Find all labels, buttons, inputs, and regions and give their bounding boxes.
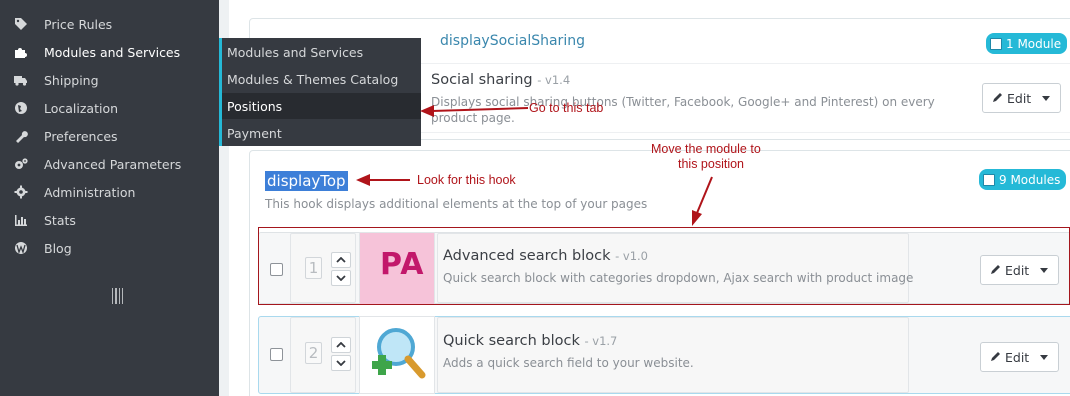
edit-button[interactable]: Edit — [982, 83, 1061, 113]
hook-title: displaySocialSharing — [440, 33, 585, 49]
module-checkbox[interactable] — [270, 348, 283, 361]
globe-icon — [13, 100, 29, 116]
bar-chart-icon — [13, 212, 29, 228]
position-cell: 2 — [290, 317, 356, 393]
submenu-item-catalog[interactable]: Modules & Themes Catalog — [222, 66, 421, 92]
sidebar-item-label: Modules and Services — [44, 44, 181, 60]
edit-label: Edit — [1007, 90, 1032, 106]
caret-down-icon — [1042, 96, 1050, 101]
admin-sidebar: Price Rules Modules and Services Shippin… — [0, 0, 219, 396]
module-version: - v1.4 — [537, 73, 571, 87]
edit-label: Edit — [1005, 349, 1030, 365]
sidebar-item-label: Shipping — [44, 72, 99, 88]
edit-button[interactable]: Edit — [980, 342, 1059, 372]
module-row: 2 Quick search block - v1.7 Adds a quick… — [258, 316, 1070, 394]
annotation-move-line2: this position — [678, 157, 745, 171]
select-all-checkbox[interactable] — [990, 37, 1002, 50]
badge-label: 1 Module — [1006, 36, 1062, 51]
module-description: Displays social sharing buttons (Twitter… — [431, 95, 935, 109]
submenu-item-positions[interactable]: Positions — [222, 93, 421, 119]
sidebar-item-label: Stats — [44, 212, 76, 228]
module-title: Quick search block - v1.7 — [443, 333, 617, 349]
sidebar-item-modules[interactable]: Modules and Services — [0, 38, 219, 66]
cogs-icon — [13, 156, 29, 172]
caret-down-icon — [1040, 355, 1048, 360]
sidebar-item-shipping[interactable]: Shipping — [0, 66, 219, 94]
module-name: Quick search block — [443, 333, 580, 349]
target-position-highlight — [258, 227, 1070, 305]
modules-submenu: Modules and Services Modules & Themes Ca… — [219, 38, 421, 146]
pencil-icon — [990, 350, 1001, 365]
submenu-item-payment[interactable]: Payment — [222, 120, 421, 146]
sidebar-item-label: Administration — [44, 184, 136, 200]
position-number: 2 — [305, 342, 322, 364]
chevron-down-icon — [336, 360, 346, 366]
tag-icon — [13, 16, 29, 32]
sidebar-item-advanced-parameters[interactable]: Advanced Parameters — [0, 150, 219, 178]
module-version: - v1.7 — [584, 334, 618, 348]
sidebar-item-label: Localization — [44, 100, 119, 116]
wordpress-icon — [13, 240, 29, 256]
sidebar-item-preferences[interactable]: Preferences — [0, 122, 219, 150]
module-name: Social sharing — [431, 72, 533, 88]
module-count-badge[interactable]: 1 Module — [986, 33, 1068, 54]
select-all-checkbox[interactable] — [983, 173, 995, 186]
magnifier-plus-icon — [372, 328, 426, 379]
pencil-icon — [992, 91, 1003, 106]
annotation-look-hook: Look for this hook — [417, 173, 516, 187]
submenu-item-modules-services[interactable]: Modules and Services — [222, 39, 421, 65]
badge-label: 9 Modules — [999, 172, 1061, 187]
gear-icon — [13, 184, 29, 200]
module-title: Social sharing - v1.4 — [431, 72, 570, 88]
move-down-button[interactable] — [331, 355, 351, 371]
truck-icon — [13, 72, 29, 88]
module-description-cont: product page. — [431, 111, 515, 125]
sidebar-item-label: Advanced Parameters — [44, 156, 182, 172]
annotation-go-to-tab: Go to this tab — [529, 101, 604, 115]
sidebar-collapse-handle[interactable] — [112, 288, 123, 304]
module-count-badge[interactable]: 9 Modules — [979, 169, 1067, 190]
admin-screen: Price Rules Modules and Services Shippin… — [0, 0, 1070, 396]
annotation-move-line1: Move the module to — [651, 142, 761, 156]
sidebar-item-label: Blog — [44, 240, 72, 256]
sidebar-item-blog[interactable]: Blog — [0, 234, 219, 262]
hook-description: This hook displays additional elements a… — [265, 197, 648, 211]
sidebar-item-price-rules[interactable]: Price Rules — [0, 10, 219, 38]
wrench-icon — [13, 128, 29, 144]
module-info-cell: Quick search block - v1.7 Adds a quick s… — [437, 317, 909, 393]
sidebar-item-label: Price Rules — [44, 16, 113, 32]
puzzle-icon — [13, 44, 29, 60]
module-logo — [359, 316, 435, 394]
chevron-up-icon — [336, 342, 346, 348]
sidebar-item-administration[interactable]: Administration — [0, 178, 219, 206]
module-description: Adds a quick search field to your websit… — [443, 356, 694, 370]
sidebar-item-stats[interactable]: Stats — [0, 206, 219, 234]
move-up-button[interactable] — [331, 337, 351, 353]
hook-title: displayTop — [265, 171, 348, 191]
sidebar-item-localization[interactable]: Localization — [0, 94, 219, 122]
sidebar-item-label: Preferences — [44, 128, 118, 144]
